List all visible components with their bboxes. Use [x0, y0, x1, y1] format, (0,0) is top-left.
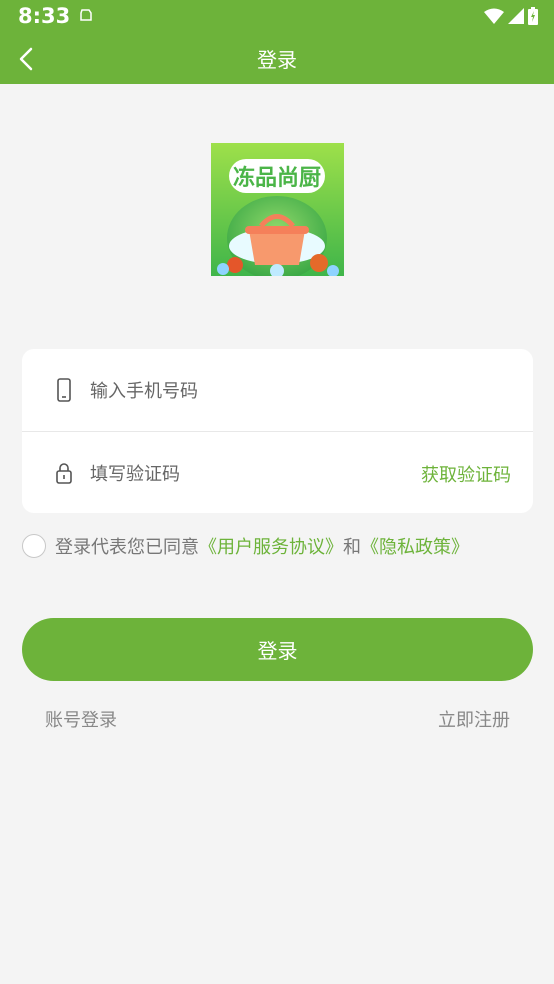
phone-row	[22, 349, 533, 431]
status-icons	[484, 7, 538, 25]
app-logo: 冻品尚厨	[211, 143, 344, 276]
battery-icon	[528, 7, 538, 25]
user-agreement-link[interactable]: 《用户服务协议》	[199, 537, 343, 558]
agreement-text: 登录代表您已同意《用户服务协议》和《隐私政策》	[55, 533, 469, 559]
phone-input[interactable]	[88, 373, 392, 409]
verification-code-input[interactable]	[88, 456, 392, 492]
status-time: 8:33	[18, 4, 71, 28]
notification-icon	[80, 9, 92, 21]
agreement-checkbox[interactable]	[22, 534, 46, 558]
agreement-prefix: 登录代表您已同意	[55, 537, 199, 558]
account-login-link[interactable]: 账号登录	[45, 706, 117, 732]
wifi-icon	[484, 8, 504, 24]
lock-icon	[56, 463, 72, 484]
page-title: 登录	[257, 48, 297, 72]
logo-text: 冻品尚厨	[233, 165, 321, 191]
register-link[interactable]: 立即注册	[438, 706, 510, 732]
signal-icon	[508, 8, 524, 24]
login-form-card: 获取验证码	[22, 349, 533, 513]
agreement-conjunction: 和	[343, 537, 361, 558]
privacy-policy-link[interactable]: 《隐私政策》	[361, 537, 469, 558]
status-bar: 8:33	[0, 0, 554, 34]
code-row: 获取验证码	[22, 431, 533, 514]
login-button[interactable]: 登录	[22, 618, 533, 681]
agreement-row: 登录代表您已同意《用户服务协议》和《隐私政策》	[22, 531, 469, 561]
phone-icon	[57, 378, 71, 402]
app-bar: 登录	[0, 34, 554, 84]
get-code-button[interactable]: 获取验证码	[421, 461, 511, 487]
